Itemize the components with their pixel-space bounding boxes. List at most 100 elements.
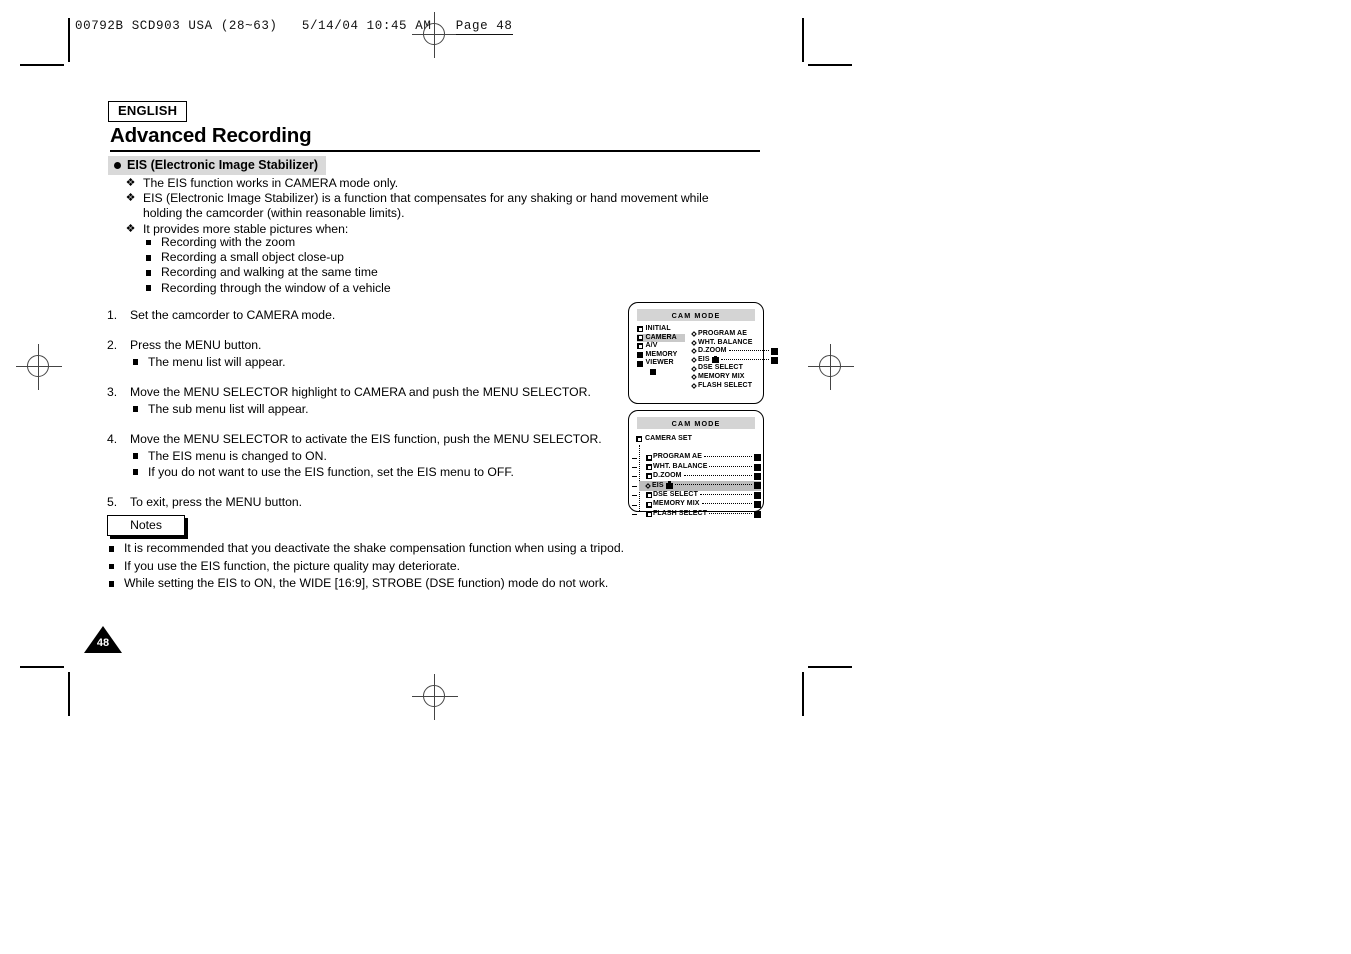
note-text: While setting the EIS to ON, the WIDE [1… xyxy=(124,576,609,590)
list-item: ❖ The EIS function works in CAMERA mode … xyxy=(125,176,745,191)
value-indicator-icon xyxy=(754,510,761,518)
list-item: Recording with the zoom xyxy=(144,235,624,250)
square-marker-icon xyxy=(650,369,656,376)
diamond-bullet-icon xyxy=(691,348,697,355)
square-bullet-icon xyxy=(107,575,116,593)
folder-icon xyxy=(637,326,643,333)
square-bullet-icon xyxy=(131,354,140,370)
lcd-submenu-item[interactable]: PROGRAM AE xyxy=(691,330,778,339)
value-indicator-icon xyxy=(754,472,761,480)
club-bullet-icon: ❖ xyxy=(125,192,136,205)
folder-icon xyxy=(646,454,652,461)
step-sub-text: The sub menu list will appear. xyxy=(148,402,309,416)
lcd-submenu-item[interactable]: WHT. BALANCE xyxy=(691,338,778,348)
lcd-menu-item[interactable]: FLASH SELECT xyxy=(632,509,761,518)
dotted-leader xyxy=(709,512,752,514)
square-bullet-icon xyxy=(144,265,153,280)
lcd-menu-item[interactable]: D.ZOOM xyxy=(632,472,761,481)
lcd-submenu-item-label: PROGRAM AE xyxy=(698,330,747,337)
lcd-submenu-item[interactable]: D.ZOOM xyxy=(691,347,778,356)
tree-tick-icon xyxy=(632,476,637,478)
lcd-submenu-item[interactable]: DSE SELECT xyxy=(691,364,778,373)
folder-icon xyxy=(637,352,643,359)
folder-icon xyxy=(637,360,643,367)
lcd-menu-item[interactable]: WHT. BALANCE xyxy=(632,462,761,471)
value-indicator-icon xyxy=(754,463,761,471)
lcd-menu-item[interactable]: VIEWER xyxy=(637,359,685,368)
square-bullet-icon xyxy=(131,464,140,480)
folder-icon xyxy=(646,511,652,518)
step-item: 3. Move the MENU SELECTOR highlight to C… xyxy=(107,384,627,417)
square-bullet-icon xyxy=(107,540,116,558)
lcd-submenu-item-eis[interactable]: EIS xyxy=(691,355,778,365)
square-bullet-icon xyxy=(131,401,140,417)
square-bullet-icon xyxy=(107,558,116,576)
lcd-menu-item[interactable]: A/V xyxy=(637,342,685,351)
square-bullet-icon xyxy=(144,250,153,265)
dotted-leader xyxy=(709,465,752,467)
step-text: To exit, press the MENU button. xyxy=(130,495,303,509)
lcd-submenu-item-label: DSE SELECT xyxy=(698,364,743,372)
lcd-title-bar: CAM MODE xyxy=(637,309,755,321)
lcd-menu-item[interactable]: INITIAL xyxy=(637,325,685,334)
step-sub-text: The menu list will appear. xyxy=(148,355,286,369)
tree-tick-icon xyxy=(632,514,637,516)
lcd-menu-item-selected[interactable]: CAMERA xyxy=(637,333,685,343)
sub-bullet-text: Recording with the zoom xyxy=(161,235,296,249)
tree-tick-icon xyxy=(632,504,637,506)
lcd-main-menu-diagram: CAM MODE INITIAL CAMERA A/V MEMORY VIEWE… xyxy=(628,302,778,404)
tree-tick-icon xyxy=(632,467,637,469)
folder-icon xyxy=(646,464,652,471)
lcd-menu-item-label: PROGRAM AE xyxy=(653,453,702,461)
lcd-submenu-item-label: EIS xyxy=(698,355,710,363)
lcd-main-menu-left-column: INITIAL CAMERA A/V MEMORY VIEWER xyxy=(637,325,685,377)
note-text: If you use the EIS function, the picture… xyxy=(124,558,461,573)
hand-cursor-icon xyxy=(665,481,673,489)
lcd-menu-item-label: MEMORY MIX xyxy=(653,500,700,508)
lcd-submenu-item-label: WHT. BALANCE xyxy=(698,338,753,346)
lcd-menu-item-label: INITIAL xyxy=(645,325,671,332)
step-text: Press the MENU button. xyxy=(130,338,262,352)
lcd-menu-item[interactable]: MEMORY MIX xyxy=(632,500,761,509)
club-bullet-icon: ❖ xyxy=(125,177,136,189)
folder-icon xyxy=(637,343,643,350)
dotted-leader xyxy=(674,484,752,486)
step-item: 2. Press the MENU button. The menu list … xyxy=(107,337,627,370)
intro-bullet-list: ❖ The EIS function works in CAMERA mode … xyxy=(125,176,745,237)
lcd-menu-item-label: CAMERA xyxy=(645,333,677,341)
section-heading-label: EIS (Electronic Image Stabilizer) xyxy=(127,158,319,172)
page-number-badge: 48 xyxy=(84,626,122,653)
lcd-menu-item[interactable]: MEMORY xyxy=(637,351,685,360)
notes-badge: Notes xyxy=(107,515,185,537)
list-item: The sub menu list will appear. xyxy=(131,401,627,417)
step-item: 5. To exit, press the MENU button. xyxy=(107,494,627,510)
dotted-leader xyxy=(720,358,769,360)
list-item: Recording through the window of a vehicl… xyxy=(144,281,624,296)
lcd-menu-item-label: WHT. BALANCE xyxy=(653,462,708,470)
value-indicator-icon xyxy=(754,454,761,462)
folder-icon xyxy=(646,492,652,499)
square-bullet-icon xyxy=(144,281,153,296)
lcd-menu-item[interactable]: PROGRAM AE xyxy=(632,453,761,462)
step-item: 4. Move the MENU SELECTOR to activate th… xyxy=(107,431,627,480)
tree-tick-icon xyxy=(632,495,637,497)
step-text: Move the MENU SELECTOR highlight to CAME… xyxy=(130,385,591,399)
intro-bullet-text: The EIS function works in CAMERA mode on… xyxy=(143,176,399,190)
lcd-sub-menu-heading-label: CAMERA SET xyxy=(645,435,693,442)
list-item: Recording and walking at the same time xyxy=(144,265,624,280)
folder-icon xyxy=(646,473,652,480)
intro-bullet-text: EIS (Electronic Image Stabilizer) is a f… xyxy=(143,191,709,221)
lcd-submenu-item[interactable]: MEMORY MIX xyxy=(691,373,778,382)
diamond-bullet-icon xyxy=(691,340,697,346)
tree-tick-icon xyxy=(632,485,637,487)
manual-page: ENGLISH Advanced Recording EIS (Electron… xyxy=(0,0,1351,954)
lcd-submenu-item[interactable]: FLASH SELECT xyxy=(691,382,778,391)
list-item: If you do not want to use the EIS functi… xyxy=(131,464,627,480)
value-indicator-icon xyxy=(754,482,761,490)
lcd-menu-item[interactable]: DSE SELECT xyxy=(632,491,761,500)
section-heading: EIS (Electronic Image Stabilizer) xyxy=(108,156,327,176)
lcd-sub-menu-list: PROGRAM AE WHT. BALANCE D.ZOOM EIS DSE S… xyxy=(632,453,761,519)
language-badge: ENGLISH xyxy=(108,101,188,122)
lcd-menu-item-eis-selected[interactable]: EIS xyxy=(632,481,761,491)
lcd-sub-menu-heading: CAMERA SET xyxy=(636,435,692,444)
